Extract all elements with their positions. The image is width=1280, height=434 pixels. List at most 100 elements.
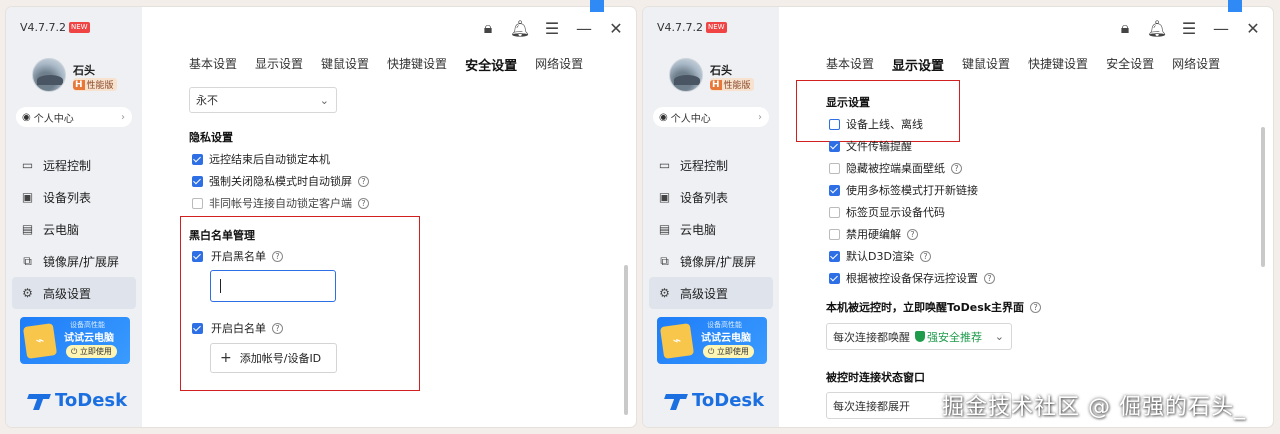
- cloud-pc-promo-banner[interactable]: ⌁ 设备高性能 试试云电脑 ⏻ 立即使用: [657, 317, 767, 364]
- avatar[interactable]: [32, 58, 66, 92]
- promo-use-now-button[interactable]: ⏻ 立即使用: [66, 345, 117, 358]
- blacklist-input[interactable]: [210, 270, 336, 302]
- checkbox-checked[interactable]: [829, 250, 840, 262]
- sidebar-item-cloud-pc[interactable]: ▤ 云电脑: [649, 213, 773, 245]
- sidebar-item-remote-control[interactable]: ▭ 远程控制: [649, 149, 773, 181]
- scrollbar[interactable]: [624, 265, 628, 415]
- blacklist-toggle[interactable]: 开启黑名单 ?: [192, 248, 283, 264]
- help-icon[interactable]: ?: [1030, 301, 1042, 313]
- help-icon[interactable]: ?: [907, 228, 918, 240]
- tab-security[interactable]: 安全设置: [1106, 55, 1154, 74]
- tab-shortcuts[interactable]: 快捷键设置: [387, 55, 447, 74]
- tab-network[interactable]: 网络设置: [535, 55, 583, 74]
- tab-security[interactable]: 安全设置: [465, 55, 517, 74]
- settings-tabs: 基本设置 显示设置 键鼠设置 快捷键设置 安全设置 网络设置: [826, 55, 1220, 74]
- bell-icon[interactable]: 🔔︎: [1141, 12, 1173, 44]
- help-icon[interactable]: ?: [984, 272, 995, 284]
- sidebar-item-mirror-screen[interactable]: ⧉ 镜像屏/扩展屏: [12, 245, 136, 277]
- display-option-save-per-device[interactable]: 根据被控设备保存远控设置 ?: [829, 270, 995, 286]
- user-circle-icon: ◉: [22, 111, 31, 123]
- help-icon[interactable]: ?: [272, 250, 283, 262]
- menu-icon[interactable]: ☰: [536, 12, 568, 44]
- lock-icon[interactable]: 🔒︎: [1109, 12, 1141, 44]
- tab-network[interactable]: 网络设置: [1172, 55, 1220, 74]
- promo-use-now-button[interactable]: ⏻ 立即使用: [703, 345, 754, 358]
- wake-mode-select[interactable]: 每次连接都唤醒 强安全推荐 ⌄: [826, 323, 1012, 350]
- minimize-icon[interactable]: —: [1205, 12, 1237, 44]
- help-icon[interactable]: ?: [358, 175, 369, 187]
- lock-timeout-select[interactable]: 永不 ⌄: [189, 87, 337, 113]
- bell-icon[interactable]: 🔔︎: [504, 12, 536, 44]
- personal-center-button[interactable]: ◉ 个人中心 ›: [16, 107, 132, 127]
- menu-icon[interactable]: ☰: [1173, 12, 1205, 44]
- tab-keyboard-mouse[interactable]: 键鼠设置: [962, 55, 1010, 74]
- privacy-option-lock-client[interactable]: 非同帐号连接自动锁定客户端 ?: [192, 195, 369, 211]
- display-option-d3d-render[interactable]: 默认D3D渲染 ?: [829, 248, 931, 264]
- checkbox-checked[interactable]: [829, 184, 840, 196]
- privacy-option-auto-lock[interactable]: 远控结束后自动锁定本机: [192, 151, 330, 167]
- checkbox-checked[interactable]: [192, 175, 203, 187]
- scrollbar[interactable]: [1261, 127, 1265, 267]
- checkbox-checked[interactable]: [829, 272, 840, 284]
- minimize-icon[interactable]: —: [568, 12, 600, 44]
- sidebar-item-device-list[interactable]: ▣ 设备列表: [12, 181, 136, 213]
- tab-basic[interactable]: 基本设置: [826, 55, 874, 74]
- checkbox-unchecked[interactable]: [829, 118, 840, 130]
- help-icon[interactable]: ?: [951, 162, 962, 174]
- personal-center-label: 个人中心: [33, 113, 74, 125]
- sidebar-item-device-list[interactable]: ▣ 设备列表: [649, 181, 773, 213]
- display-option-show-device-code[interactable]: 标签页显示设备代码: [829, 204, 945, 220]
- chevron-down-icon: ⌄: [319, 93, 329, 107]
- option-label: 强制关闭隐私模式时自动锁屏: [209, 175, 352, 188]
- vip-badge-text: 性能版: [86, 81, 114, 91]
- tab-keyboard-mouse[interactable]: 键鼠设置: [321, 55, 369, 74]
- sidebar-item-label: 镜像屏/扩展屏: [680, 254, 757, 269]
- display-option-multi-tab[interactable]: 使用多标签模式打开新链接: [829, 182, 978, 198]
- tab-display[interactable]: 显示设置: [892, 55, 944, 74]
- chevron-right-icon: ›: [758, 111, 762, 123]
- tab-display[interactable]: 显示设置: [255, 55, 303, 74]
- add-account-device-button[interactable]: + 添加帐号/设备ID: [210, 343, 337, 373]
- checkbox-unchecked[interactable]: [829, 206, 840, 218]
- tab-basic[interactable]: 基本设置: [189, 55, 237, 74]
- sidebar-item-cloud-pc[interactable]: ▤ 云电脑: [12, 213, 136, 245]
- checkbox-checked[interactable]: [192, 322, 203, 334]
- display-option-device-online[interactable]: 设备上线、离线: [829, 116, 923, 132]
- sidebar-item-advanced-settings[interactable]: ⚙ 高级设置: [649, 277, 773, 309]
- close-icon[interactable]: ✕: [1237, 12, 1269, 44]
- vip-badge: H 性能版: [710, 78, 754, 91]
- sidebar-item-label: 远程控制: [43, 158, 92, 173]
- display-section-title: 显示设置: [826, 96, 870, 109]
- checkbox-checked[interactable]: [192, 250, 203, 262]
- chevron-right-icon: ›: [121, 111, 125, 123]
- avatar[interactable]: [669, 58, 703, 92]
- checkbox-unchecked[interactable]: [829, 228, 840, 240]
- help-icon[interactable]: ?: [272, 322, 283, 334]
- checkbox-unchecked[interactable]: [829, 162, 840, 174]
- todesk-window-security: V4.7.7.2 NEW 石头 H 性能版 ◉ 个人中心 › ▭ 远程控制 ▣ 设备…: [6, 7, 636, 427]
- cloud-pc-promo-banner[interactable]: ⌁ 设备高性能 试试云电脑 ⏻ 立即使用: [20, 317, 130, 364]
- sidebar-item-mirror-screen[interactable]: ⧉ 镜像屏/扩展屏: [649, 245, 773, 277]
- display-option-file-transfer[interactable]: 文件传输提醒: [829, 138, 912, 154]
- tab-shortcuts[interactable]: 快捷键设置: [1028, 55, 1088, 74]
- sidebar-item-label: 设备列表: [680, 190, 729, 205]
- checkbox-checked[interactable]: [829, 140, 840, 152]
- whitelist-toggle[interactable]: 开启白名单 ?: [192, 320, 283, 336]
- display-option-disable-hw-codec[interactable]: 禁用硬编解 ?: [829, 226, 918, 242]
- checkbox-checked[interactable]: [192, 153, 203, 165]
- promo-button-label: 立即使用: [79, 347, 112, 356]
- personal-center-button[interactable]: ◉ 个人中心 ›: [653, 107, 769, 127]
- devices-icon: ▣: [21, 190, 34, 204]
- watermark: 掘金技术社区 @ 倔强的石头_: [942, 395, 1246, 420]
- sidebar-item-advanced-settings[interactable]: ⚙ 高级设置: [12, 277, 136, 309]
- bw-section-title: 黑白名单管理: [189, 229, 255, 242]
- sidebar-item-remote-control[interactable]: ▭ 远程控制: [12, 149, 136, 181]
- lock-timeout-value: 永不: [196, 94, 218, 107]
- checkbox-unchecked[interactable]: [192, 197, 203, 209]
- display-option-hide-wallpaper[interactable]: 隐藏被控端桌面壁纸 ?: [829, 160, 962, 176]
- lock-icon[interactable]: 🔒︎: [472, 12, 504, 44]
- close-icon[interactable]: ✕: [600, 12, 632, 44]
- help-icon[interactable]: ?: [919, 250, 931, 262]
- help-icon[interactable]: ?: [358, 197, 369, 209]
- privacy-option-force-lock[interactable]: 强制关闭隐私模式时自动锁屏 ?: [192, 173, 369, 189]
